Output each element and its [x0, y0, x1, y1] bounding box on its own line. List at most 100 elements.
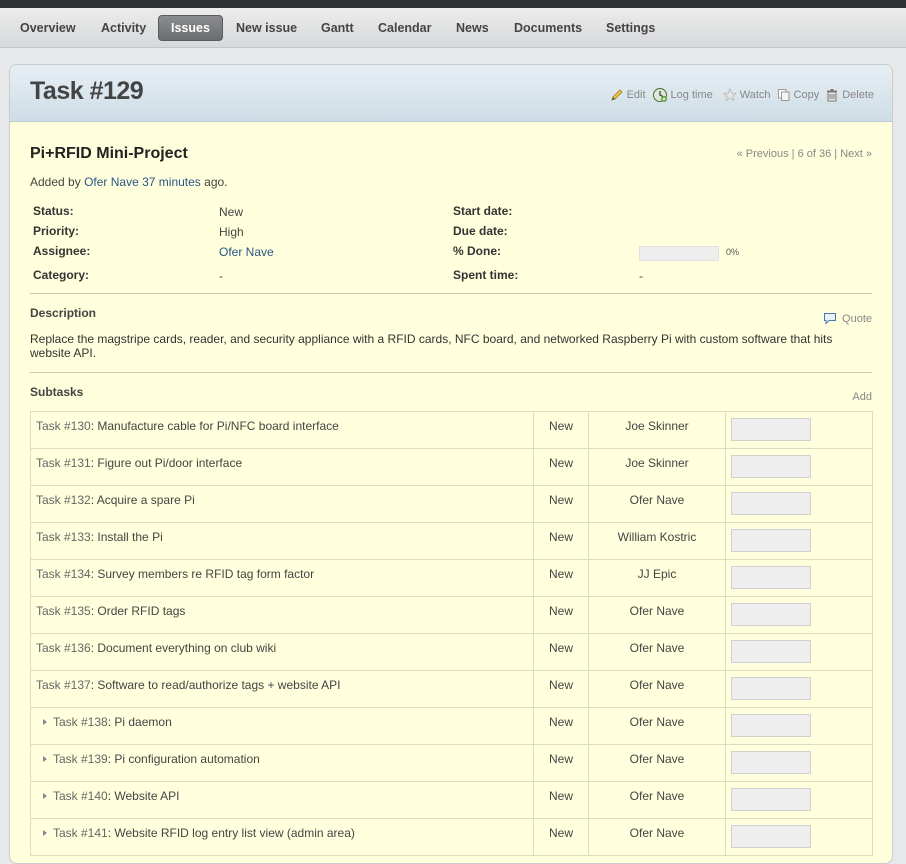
subtask-status: New [533, 633, 589, 671]
expand-arrow-icon[interactable] [43, 830, 47, 837]
subtask-status: New [533, 707, 589, 745]
subtask-subject: : Website RFID log entry list view (admi… [107, 826, 355, 840]
expand-arrow-icon[interactable] [43, 719, 47, 726]
status-label: Status: [33, 204, 74, 218]
assignee-label: Assignee: [33, 244, 91, 258]
start-date-label: Start date: [453, 204, 513, 218]
subtask-link[interactable]: Task #136 [36, 641, 91, 655]
subtask-link[interactable]: Task #135 [36, 604, 91, 618]
subtask-row: Task #139: Pi configuration automation Ne… [30, 744, 873, 782]
delete-button[interactable]: Delete [825, 88, 874, 102]
subtask-subject: : Manufacture cable for Pi/NFC board int… [90, 419, 339, 433]
description-text: Replace the magstripe cards, reader, and… [30, 332, 833, 360]
subtask-link[interactable]: Task #137 [36, 678, 91, 692]
subtask-status: New [533, 670, 589, 708]
subtask-progress-bar [731, 677, 811, 700]
subtask-assignee: Ofer Nave [588, 633, 726, 671]
category-value: - [219, 269, 223, 283]
subtask-link[interactable]: Task #130 [36, 419, 91, 433]
subtask-subject-cell: Task #133: Install the Pi [30, 522, 534, 560]
tab-overview[interactable]: Overview [14, 16, 82, 40]
edit-button[interactable]: Edit [610, 88, 646, 102]
page-title: Task #129 [30, 77, 144, 105]
subtask-link[interactable]: Task #140 [53, 789, 108, 803]
subtask-row: Task #138: Pi daemon New Ofer Nave [30, 707, 873, 745]
subtask-subject-cell: Task #132: Acquire a spare Pi [30, 485, 534, 523]
subtask-assignee: Ofer Nave [588, 670, 726, 708]
watch-label: Watch [739, 89, 771, 101]
author-link[interactable]: Ofer Nave [84, 175, 139, 189]
copy-button[interactable]: Copy [777, 88, 819, 102]
subtask-link[interactable]: Task #141 [53, 826, 108, 840]
divider [30, 293, 872, 294]
subtask-assignee: Ofer Nave [588, 485, 726, 523]
subtask-row: Task #132: Acquire a spare Pi New Ofer Nav… [30, 485, 873, 523]
issue-header: Task #129 Edit Log time Watch Copy Delet… [10, 65, 892, 122]
expand-arrow-icon[interactable] [43, 793, 47, 800]
copy-icon [777, 89, 790, 101]
tab-documents[interactable]: Documents [508, 16, 588, 40]
added-by-label: Added by [30, 175, 81, 189]
previous-link[interactable]: « Previous [737, 148, 789, 160]
assignee-link[interactable]: Ofer Nave [219, 245, 274, 259]
subtask-link[interactable]: Task #132 [36, 493, 91, 507]
subtask-assignee: Joe Skinner [588, 411, 726, 449]
due-date-label: Due date: [453, 224, 508, 238]
subtask-progress-bar [731, 640, 811, 663]
tab-calendar[interactable]: Calendar [372, 16, 438, 40]
subtask-subject: : Software to read/authorize tags + webs… [90, 678, 341, 692]
subtask-status: New [533, 559, 589, 597]
subtask-progress-bar [731, 751, 811, 774]
clock-icon [652, 88, 667, 102]
main-menu: Overview Activity Issues New issue Gantt… [0, 8, 906, 48]
subtasks-heading: Subtasks [30, 385, 84, 399]
subtask-subject-cell: Task #139: Pi configuration automation [30, 744, 534, 782]
subtask-subject: : Survey members re RFID tag form factor [90, 567, 315, 581]
tab-new-issue[interactable]: New issue [230, 16, 303, 40]
expand-arrow-icon[interactable] [43, 756, 47, 763]
tab-settings[interactable]: Settings [600, 16, 661, 40]
author-line: Added by Ofer Nave 37 minutes ago. [30, 175, 228, 189]
subtask-progress-bar [731, 492, 811, 515]
tab-issues[interactable]: Issues [158, 15, 223, 41]
done-label: % Done: [453, 244, 501, 258]
subtask-subject: : Pi daemon [107, 715, 172, 729]
priority-value: High [219, 225, 244, 239]
subtask-link[interactable]: Task #134 [36, 567, 91, 581]
log-time-label: Log time [670, 89, 713, 101]
add-subtask-link[interactable]: Add [852, 391, 872, 403]
next-link[interactable]: Next » [840, 148, 872, 160]
top-bar [0, 0, 906, 8]
subtask-subject: : Figure out Pi/door interface [90, 456, 243, 470]
quote-button[interactable]: Quote [823, 312, 872, 325]
tab-gantt[interactable]: Gantt [315, 16, 360, 40]
subtask-progress-bar [731, 418, 811, 441]
log-time-button[interactable]: Log time [652, 87, 713, 103]
spent-time-value: - [639, 269, 643, 283]
subtask-row: Task #137: Software to read/authorize ta… [30, 670, 873, 708]
subtask-status: New [533, 411, 589, 449]
subtask-subject-cell: Task #134: Survey members re RFID tag fo… [30, 559, 534, 597]
subtask-subject-cell: Task #136: Document everything on club w… [30, 633, 534, 671]
subtask-link[interactable]: Task #131 [36, 456, 91, 470]
subtask-progress-cell [725, 781, 873, 819]
subtask-progress-cell [725, 559, 873, 597]
age-link[interactable]: 37 minutes [142, 175, 201, 189]
subtask-progress-bar [731, 566, 811, 589]
tab-news[interactable]: News [450, 16, 495, 40]
subtask-status: New [533, 781, 589, 819]
subtask-link[interactable]: Task #139 [53, 752, 108, 766]
subtask-link[interactable]: Task #138 [53, 715, 108, 729]
trash-icon [827, 89, 838, 102]
subtask-subject-cell: Task #141: Website RFID log entry list v… [30, 818, 534, 856]
watch-button[interactable]: Watch [722, 88, 771, 102]
quote-label: Quote [842, 312, 872, 325]
subtask-row: Task #131: Figure out Pi/door interface N… [30, 448, 873, 486]
tab-activity[interactable]: Activity [95, 16, 152, 40]
subtask-subject: : Order RFID tags [90, 604, 186, 618]
subtask-link[interactable]: Task #133 [36, 530, 91, 544]
subtask-subject-cell: Task #138: Pi daemon [30, 707, 534, 745]
subtask-progress-cell [725, 485, 873, 523]
subtask-subject: : Install the Pi [90, 530, 163, 544]
subtask-row: Task #134: Survey members re RFID tag fo… [30, 559, 873, 597]
